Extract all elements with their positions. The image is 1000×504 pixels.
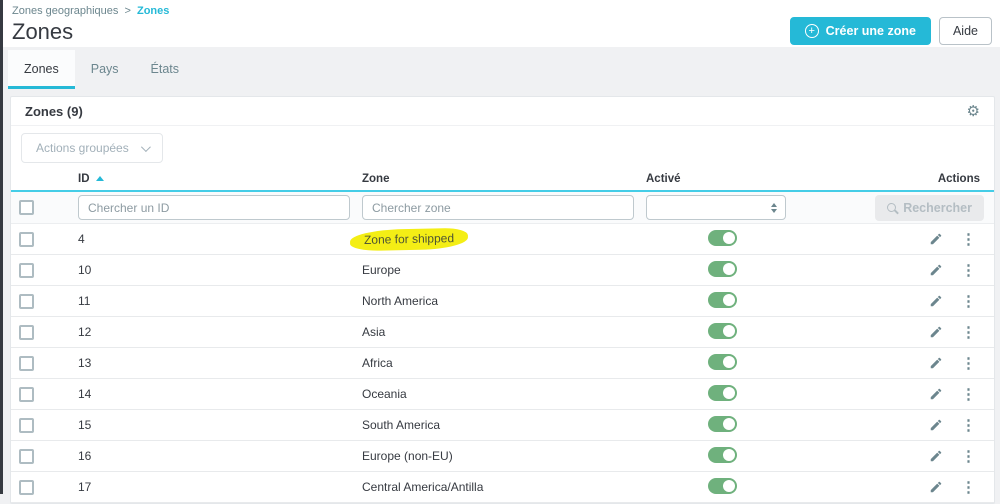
edit-icon[interactable] (929, 449, 943, 463)
row-menu-icon[interactable]: ⋮ (961, 232, 976, 247)
row-checkbox[interactable] (19, 232, 34, 247)
chevron-down-icon (141, 142, 151, 152)
row-id: 13 (78, 356, 362, 370)
row-zone: Africa (362, 356, 393, 370)
table-row: 10 Europe ⋮ (11, 255, 994, 286)
table-header-row: ID Zone Activé Actions (11, 168, 994, 192)
table-row: 15 South America ⋮ (11, 410, 994, 441)
active-toggle[interactable] (708, 478, 737, 494)
tab-bar: Zones Pays États (0, 50, 1000, 89)
edit-icon[interactable] (929, 480, 943, 494)
row-menu-icon[interactable]: ⋮ (961, 449, 976, 464)
create-zone-label: Créer une zone (826, 24, 916, 38)
bulk-actions-label: Actions groupées (36, 141, 129, 155)
row-id: 16 (78, 449, 362, 463)
table-row: 17 Central America/Antilla ⋮ (11, 472, 994, 503)
tab-pays[interactable]: Pays (75, 50, 135, 89)
row-menu-icon[interactable]: ⋮ (961, 325, 976, 340)
row-zone: Asia (362, 325, 385, 339)
row-checkbox[interactable] (19, 263, 34, 278)
row-id: 17 (78, 480, 362, 494)
row-zone: Central America/Antilla (362, 480, 483, 494)
row-zone: North America (362, 294, 438, 308)
help-button[interactable]: Aide (939, 17, 992, 45)
select-spinner-icon (771, 203, 777, 213)
select-all-checkbox[interactable] (19, 200, 34, 215)
plus-circle-icon: + (805, 24, 819, 38)
page-header: Zones geographiques > Zones Zones + Crée… (0, 0, 1000, 47)
active-toggle[interactable] (708, 261, 737, 277)
breadcrumb: Zones geographiques > Zones (12, 5, 990, 17)
active-toggle[interactable] (708, 354, 737, 370)
tab-etats[interactable]: États (135, 50, 196, 89)
sort-asc-icon[interactable] (96, 176, 104, 181)
row-menu-icon[interactable]: ⋮ (961, 387, 976, 402)
table-body: 4 Zone for shipped ⋮ 10 Europe ⋮ (11, 224, 994, 503)
row-id: 14 (78, 387, 362, 401)
edit-icon[interactable] (929, 387, 943, 401)
filter-active-select[interactable] (646, 195, 786, 220)
breadcrumb-parent[interactable]: Zones geographiques (12, 5, 118, 17)
zones-panel: Zones (9) ⚙ Actions groupées ID Zone Act… (10, 96, 995, 504)
row-id: 4 (78, 232, 362, 246)
create-zone-button[interactable]: + Créer une zone (790, 17, 931, 45)
edit-icon[interactable] (929, 356, 943, 370)
breadcrumb-current[interactable]: Zones (137, 5, 169, 17)
edit-icon[interactable] (929, 325, 943, 339)
row-id: 11 (78, 294, 362, 308)
row-checkbox[interactable] (19, 387, 34, 402)
column-header-zone[interactable]: Zone (362, 173, 646, 185)
row-checkbox[interactable] (19, 294, 34, 309)
column-header-id[interactable]: ID (78, 173, 362, 185)
table-row: 16 Europe (non-EU) ⋮ (11, 441, 994, 472)
table-row: 12 Asia ⋮ (11, 317, 994, 348)
panel-title: Zones (9) (25, 104, 83, 119)
bulk-actions-button[interactable]: Actions groupées (21, 133, 163, 163)
row-menu-icon[interactable]: ⋮ (961, 480, 976, 495)
row-id: 10 (78, 263, 362, 277)
edit-icon[interactable] (929, 263, 943, 277)
row-id: 15 (78, 418, 362, 432)
row-id: 12 (78, 325, 362, 339)
search-button-label: Rechercher (903, 201, 972, 215)
row-zone: Europe (non-EU) (362, 449, 453, 463)
row-zone: Oceania (362, 387, 407, 401)
active-toggle[interactable] (708, 230, 737, 246)
edit-icon[interactable] (929, 294, 943, 308)
search-button[interactable]: Rechercher (875, 195, 984, 221)
sidebar-edge (0, 0, 3, 494)
filter-zone-input[interactable] (362, 195, 634, 220)
row-zone: Zone for shipped (350, 227, 468, 250)
search-icon (887, 203, 896, 212)
edit-icon[interactable] (929, 232, 943, 246)
active-toggle[interactable] (708, 292, 737, 308)
active-toggle[interactable] (708, 416, 737, 432)
table-row: 13 Africa ⋮ (11, 348, 994, 379)
table-row: 4 Zone for shipped ⋮ (11, 224, 994, 255)
row-menu-icon[interactable]: ⋮ (961, 356, 976, 371)
row-menu-icon[interactable]: ⋮ (961, 263, 976, 278)
table-row: 11 North America ⋮ (11, 286, 994, 317)
active-toggle[interactable] (708, 385, 737, 401)
table-row: 14 Oceania ⋮ (11, 379, 994, 410)
column-header-actions: Actions (861, 173, 994, 185)
table-filter-row: Rechercher (11, 192, 994, 224)
edit-icon[interactable] (929, 418, 943, 432)
breadcrumb-separator: > (124, 5, 130, 17)
tab-zones[interactable]: Zones (8, 50, 75, 89)
row-checkbox[interactable] (19, 449, 34, 464)
active-toggle[interactable] (708, 447, 737, 463)
row-menu-icon[interactable]: ⋮ (961, 294, 976, 309)
row-checkbox[interactable] (19, 325, 34, 340)
column-header-active[interactable]: Activé (646, 173, 861, 185)
row-zone: South America (362, 418, 440, 432)
row-checkbox[interactable] (19, 480, 34, 495)
row-checkbox[interactable] (19, 418, 34, 433)
active-toggle[interactable] (708, 323, 737, 339)
row-checkbox[interactable] (19, 356, 34, 371)
row-menu-icon[interactable]: ⋮ (961, 418, 976, 433)
row-zone: Europe (362, 263, 401, 277)
gear-icon[interactable]: ⚙ (967, 104, 980, 119)
filter-id-input[interactable] (78, 195, 350, 220)
